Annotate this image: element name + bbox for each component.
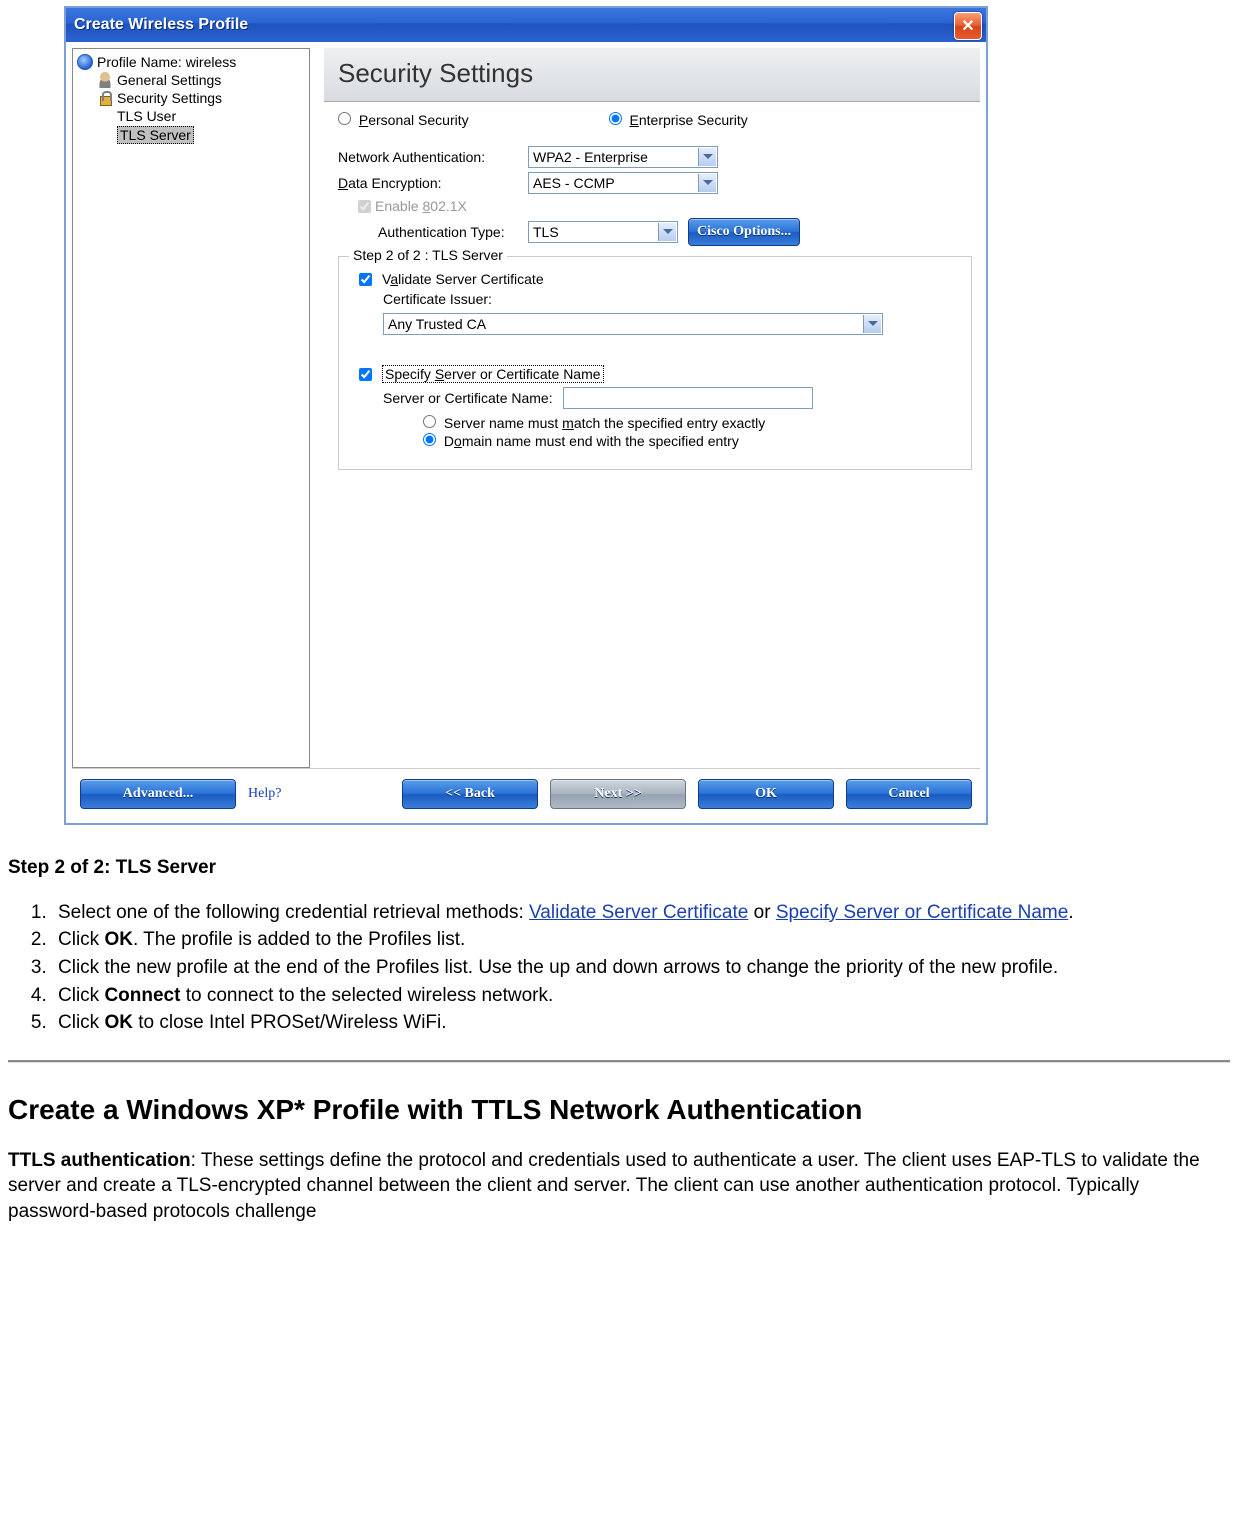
ttls-paragraph: TTLS authentication: These settings defi… — [8, 1148, 1230, 1225]
server-name-label: Server or Certificate Name: — [383, 390, 553, 406]
back-button[interactable]: << Back — [402, 779, 538, 809]
cert-issuer-label: Certificate Issuer: — [383, 291, 957, 307]
auth-type-select[interactable]: TLS — [528, 221, 678, 243]
help-link[interactable]: Help? — [248, 786, 281, 802]
list-item: Select one of the following credential r… — [52, 900, 1230, 926]
enable-8021x-label: Enable 802.1X — [375, 198, 467, 214]
chevron-down-icon — [658, 223, 676, 241]
step-list: Select one of the following credential r… — [52, 900, 1230, 1036]
list-item: Click OK to close Intel PROSet/Wireless … — [52, 1010, 1230, 1036]
cisco-options-button[interactable]: Cisco Options... — [688, 218, 800, 246]
data-encryption-label: Data Encryption: — [338, 175, 528, 191]
auth-type-label: Authentication Type: — [378, 224, 528, 240]
settings-pane: Security Settings Personal Security Ente… — [310, 48, 980, 768]
user-icon — [97, 72, 113, 88]
globe-icon — [77, 54, 93, 70]
window-title: Create Wireless Profile — [74, 16, 248, 34]
cert-issuer-select[interactable]: Any Trusted CA — [383, 313, 883, 335]
validate-cert-checkbox[interactable] — [359, 273, 372, 286]
list-item: Click OK. The profile is added to the Pr… — [52, 927, 1230, 953]
advanced-button[interactable]: Advanced... — [80, 779, 236, 809]
ttls-heading: Create a Windows XP* Profile with TTLS N… — [8, 1091, 1230, 1129]
data-encryption-select[interactable]: AES - CCMP — [528, 172, 718, 194]
network-auth-label: Network Authentication: — [338, 149, 528, 165]
server-name-input[interactable] — [563, 387, 813, 409]
tls-server-fieldset: Step 2 of 2 : TLS Server Validate Server… — [338, 256, 972, 470]
dialog-buttons: Advanced... Help? << Back Next >> OK Can… — [72, 768, 980, 817]
specify-server-label: Specify Server or Certificate Name — [382, 365, 604, 383]
next-button[interactable]: Next >> — [550, 779, 686, 809]
lock-icon — [97, 90, 113, 106]
step-heading: Step 2 of 2: TLS Server — [8, 857, 216, 878]
enable-8021x-checkbox — [358, 200, 371, 213]
specify-server-checkbox[interactable] — [359, 368, 372, 381]
doc-text: Step 2 of 2: TLS Server Select one of th… — [4, 855, 1234, 1225]
close-icon[interactable]: ✕ — [954, 12, 982, 40]
cancel-button[interactable]: Cancel — [846, 779, 972, 809]
fieldset-legend: Step 2 of 2 : TLS Server — [349, 247, 507, 263]
link-validate-cert[interactable]: Validate Server Certificate — [529, 902, 748, 923]
ok-button[interactable]: OK — [698, 779, 834, 809]
nav-tree: Profile Name: wireless General Settings … — [72, 48, 310, 768]
tree-item-security[interactable]: Security Settings — [75, 89, 307, 107]
divider — [8, 1060, 1230, 1063]
chevron-down-icon — [698, 174, 716, 192]
tree-item-tls-user[interactable]: TLS User — [75, 107, 307, 125]
chevron-down-icon — [698, 148, 716, 166]
radio-personal-security[interactable]: Personal Security — [338, 112, 469, 128]
radio-enterprise-security[interactable]: Enterprise Security — [609, 112, 748, 128]
list-item: Click Connect to connect to the selected… — [52, 983, 1230, 1009]
link-specify-server[interactable]: Specify Server or Certificate Name — [776, 902, 1069, 923]
tree-item-general[interactable]: General Settings — [75, 71, 307, 89]
network-auth-select[interactable]: WPA2 - Enterprise — [528, 146, 718, 168]
chevron-down-icon — [863, 315, 881, 333]
list-item: Click the new profile at the end of the … — [52, 955, 1230, 981]
radio-match-exact[interactable]: Server name must match the specified ent… — [423, 415, 957, 431]
titlebar[interactable]: Create Wireless Profile ✕ — [66, 8, 986, 42]
create-wireless-profile-dialog: Create Wireless Profile ✕ Profile Name: … — [64, 6, 988, 825]
tree-item-profile[interactable]: Profile Name: wireless — [75, 53, 307, 71]
dialog-body: Profile Name: wireless General Settings … — [66, 42, 986, 823]
tree-item-tls-server[interactable]: TLS Server — [75, 125, 307, 145]
validate-cert-label: Validate Server Certificate — [382, 271, 544, 287]
section-header: Security Settings — [324, 48, 980, 102]
radio-match-domain[interactable]: Domain name must end with the specified … — [423, 433, 957, 449]
